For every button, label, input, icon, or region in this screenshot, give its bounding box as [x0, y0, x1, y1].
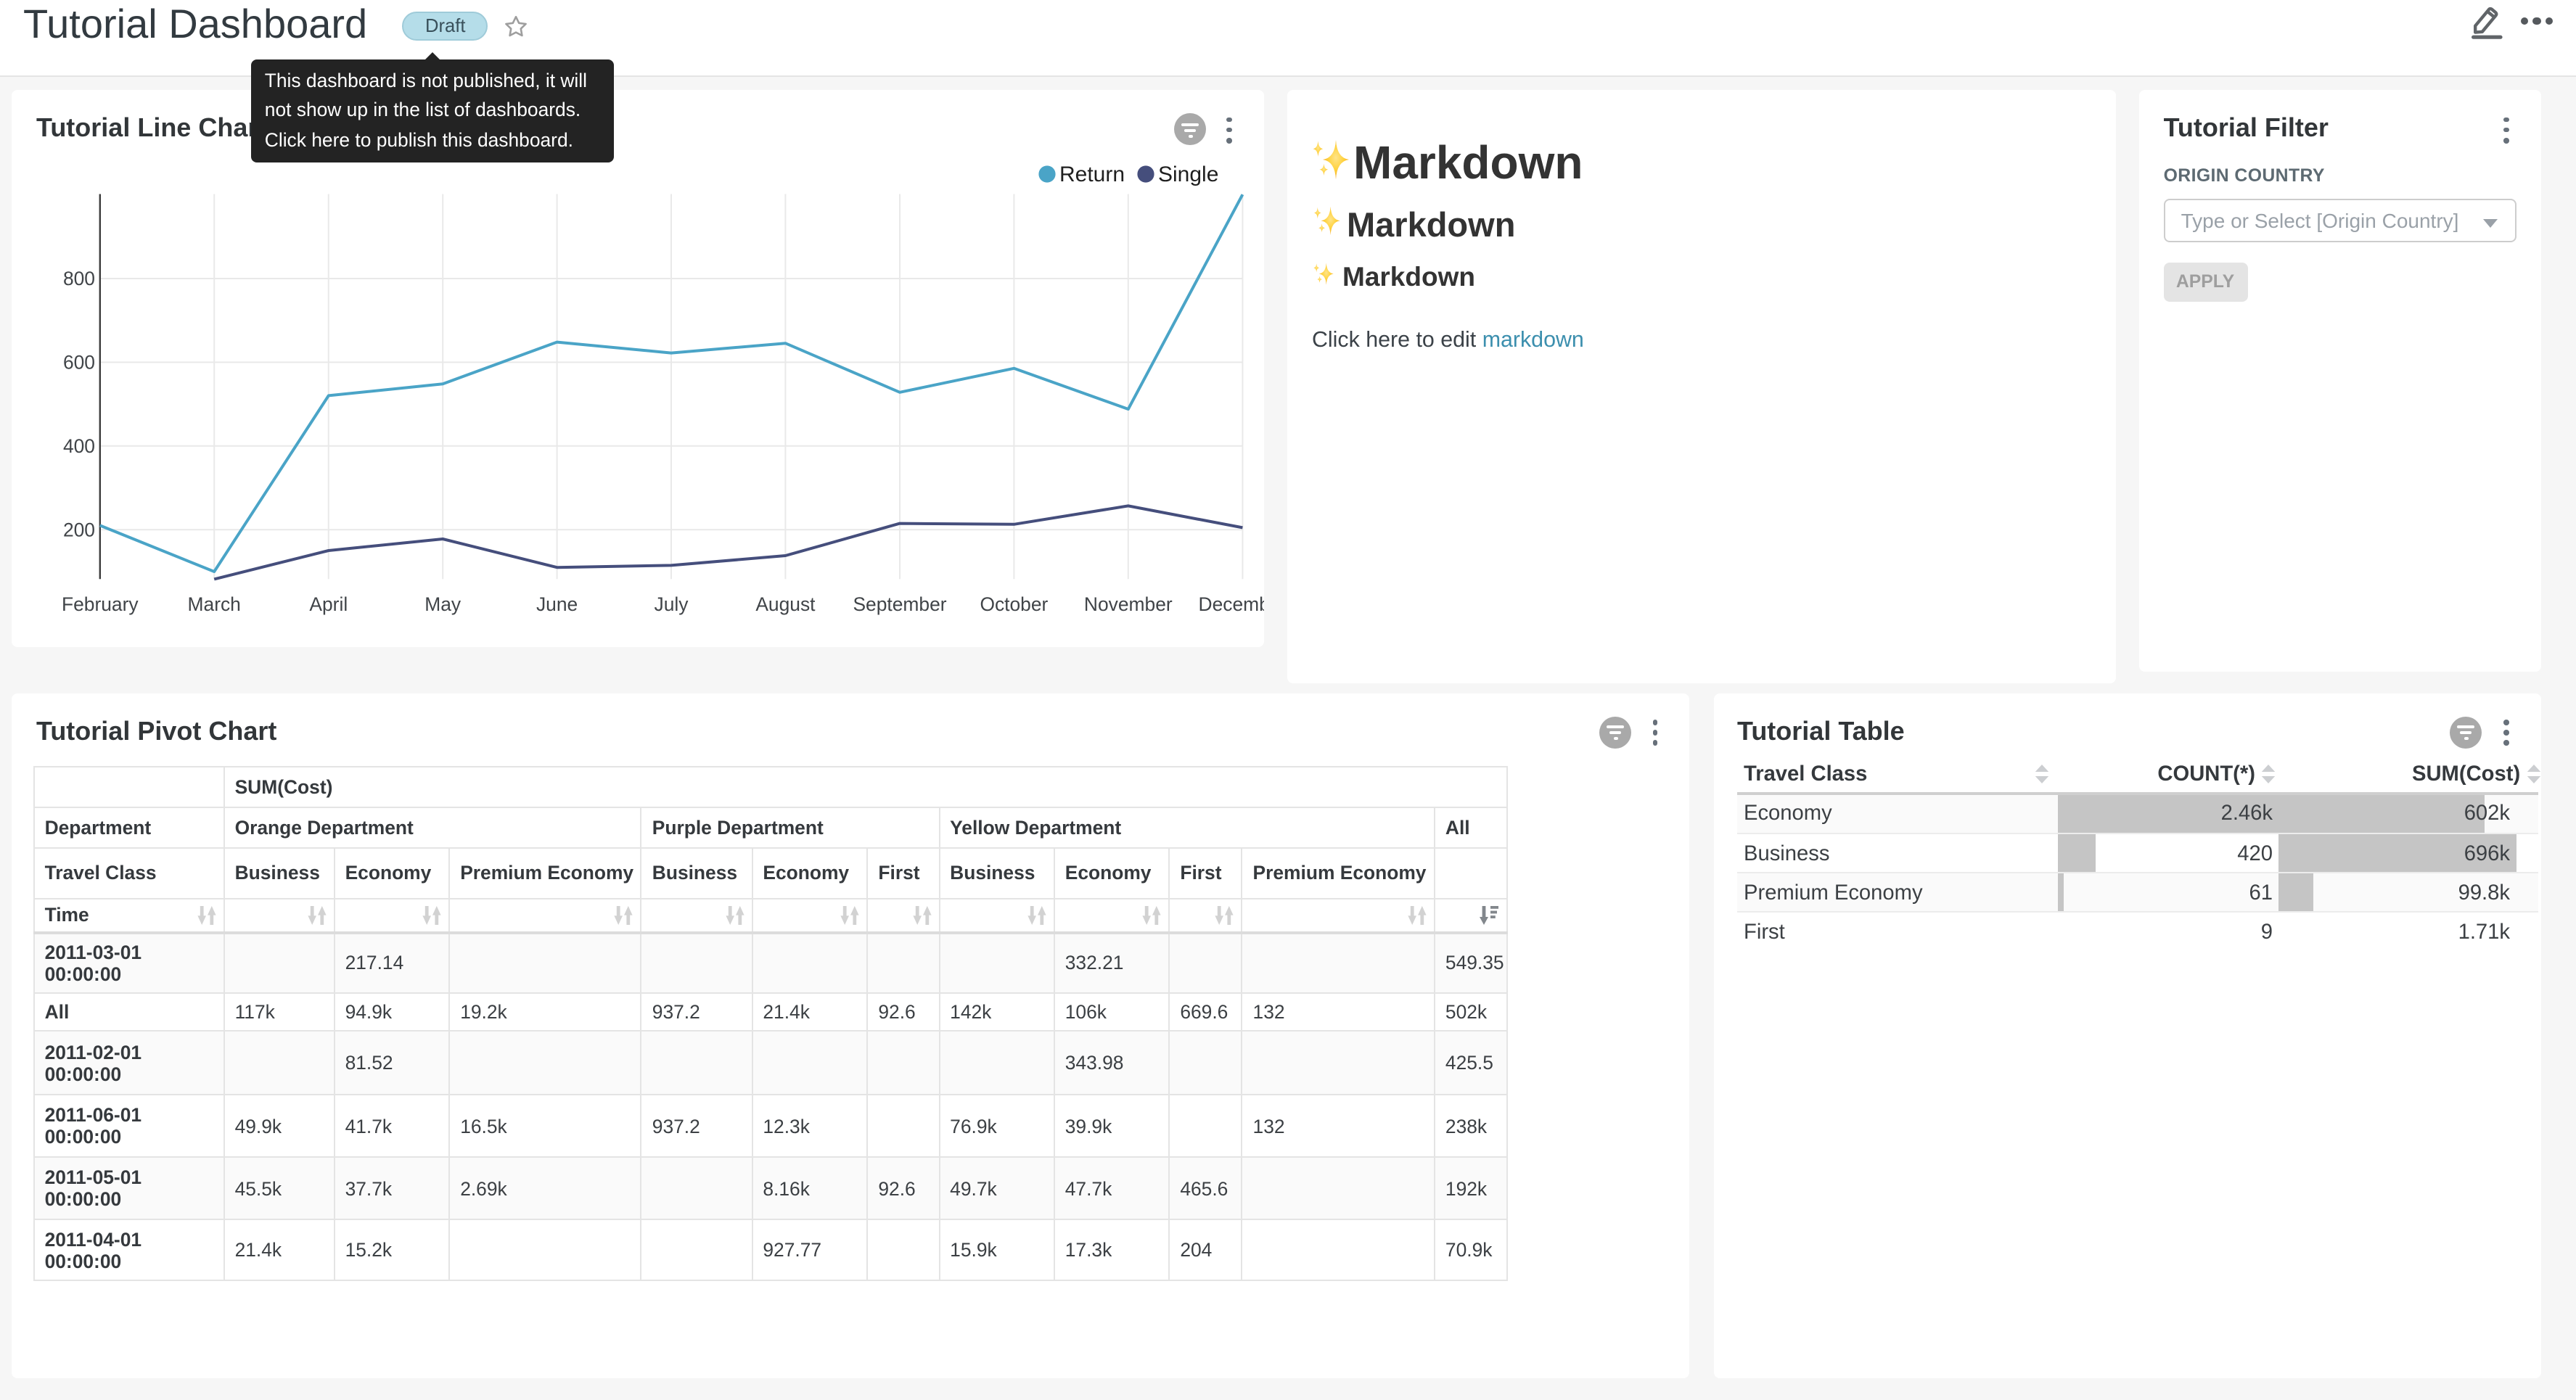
svg-text:800: 800	[63, 268, 95, 289]
svg-text:November: November	[1084, 593, 1173, 615]
svg-text:May: May	[424, 593, 462, 615]
svg-text:Return: Return	[1059, 162, 1125, 186]
svg-text:400: 400	[63, 435, 95, 457]
svg-text:September: September	[853, 593, 946, 615]
svg-text:April: April	[309, 593, 348, 615]
svg-text:February: February	[62, 593, 139, 615]
svg-text:600: 600	[63, 352, 95, 374]
svg-text:October: October	[980, 593, 1048, 615]
svg-text:Single: Single	[1158, 162, 1218, 186]
svg-text:July: July	[655, 593, 689, 615]
svg-text:200: 200	[63, 519, 95, 540]
svg-text:August: August	[755, 593, 816, 615]
svg-text:March: March	[188, 593, 241, 615]
svg-text:June: June	[536, 593, 578, 615]
svg-text:December: December	[1199, 593, 1263, 615]
